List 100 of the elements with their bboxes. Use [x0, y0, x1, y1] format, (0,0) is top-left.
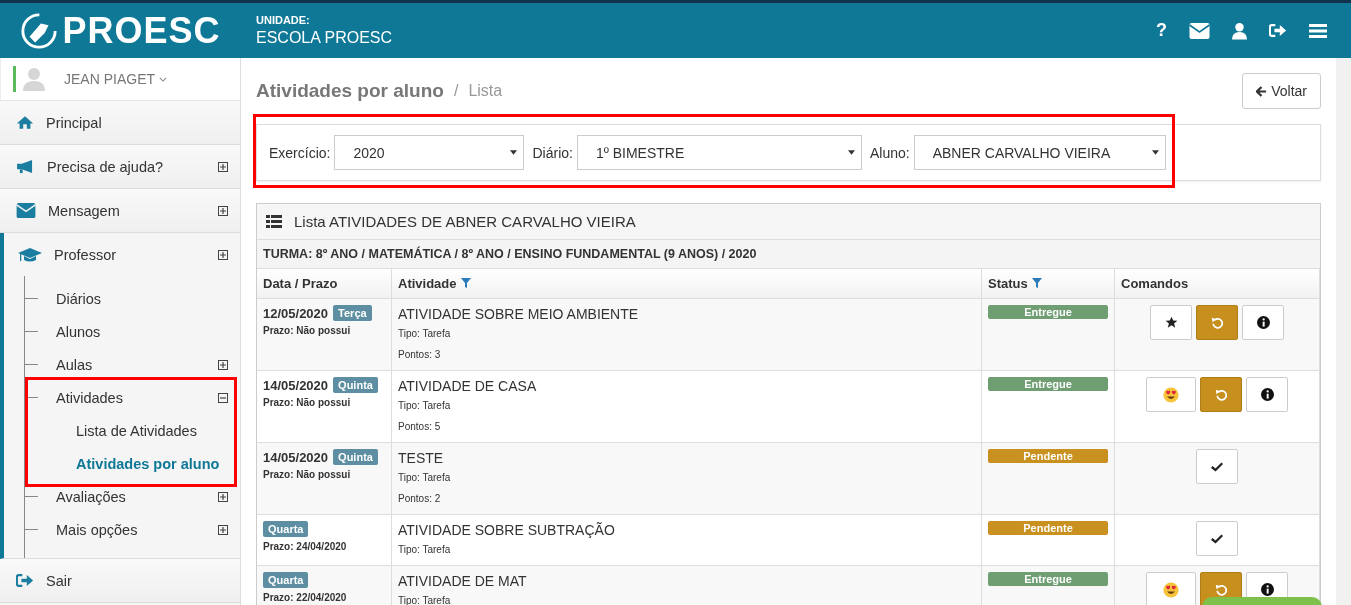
sign-out-icon[interactable]: [1269, 23, 1287, 38]
expand-icon[interactable]: [218, 249, 228, 260]
back-button[interactable]: Voltar: [1242, 73, 1321, 109]
select-field[interactable]: 2020: [334, 135, 525, 170]
column-header: Status: [981, 269, 1115, 299]
activity-points: Pontos: 3: [398, 349, 442, 361]
list-icon: [266, 215, 282, 228]
status-badge: Pendente: [988, 449, 1108, 463]
nav-label: Principal: [46, 114, 103, 131]
help-button[interactable]: ?: [1156, 20, 1167, 41]
column-header: Data / Prazo: [257, 269, 392, 299]
expand-icon[interactable]: [218, 205, 228, 216]
home-icon: [16, 115, 34, 130]
weekday-badge: Quarta: [263, 521, 309, 537]
submenu-item[interactable]: Avaliações: [25, 480, 240, 513]
envelope-icon: [16, 203, 36, 218]
info-button[interactable]: [1246, 377, 1288, 412]
avatar-icon: [22, 67, 46, 91]
class-info: TURMA: 8º ANO / MATEMÁTICA / 8º ANO / ENSINO FUNDAMENTAL (9 ANOS) / 2020: [257, 240, 1320, 269]
filter-icon[interactable]: [460, 278, 471, 288]
check-icon: [1211, 533, 1223, 544]
filter-label: Aluno:: [869, 144, 910, 161]
submenu-label: Mais opções: [56, 521, 139, 538]
expand-icon[interactable]: [218, 491, 228, 502]
user-icon[interactable]: [1232, 21, 1247, 40]
info-icon: [1260, 388, 1274, 401]
weekday-badge: Quinta: [333, 449, 378, 465]
mail-icon[interactable]: [1189, 22, 1210, 39]
submenu-link[interactable]: Atividades por aluno: [25, 447, 240, 480]
undo-icon: [1215, 388, 1227, 401]
heart-eyes-face-icon: [1163, 386, 1179, 403]
menu-icon[interactable]: [1309, 22, 1327, 39]
deadline-text: Prazo: Não possui: [263, 469, 352, 481]
dropdown-caret-icon: [847, 150, 855, 155]
expand-icon[interactable]: [218, 161, 228, 172]
filter-label: Exercício:: [269, 144, 331, 161]
weekday-badge: Quarta: [263, 572, 309, 588]
submenu-label: Atividades: [56, 389, 124, 406]
info-button[interactable]: [1242, 305, 1284, 340]
status-badge: Pendente: [988, 521, 1108, 535]
expand-icon[interactable]: [218, 524, 228, 535]
nav-label: Precisa de ajuda?: [47, 158, 165, 175]
status-badge: Entregue: [988, 305, 1108, 319]
activity-title: ATIVIDADE DE MAT: [398, 572, 528, 590]
submenu-item[interactable]: Aulas: [25, 348, 240, 381]
dropdown-caret-icon: [510, 150, 518, 155]
submenu-item[interactable]: Atividades: [25, 381, 240, 414]
submenu-item[interactable]: Alunos: [25, 315, 240, 348]
nav-item[interactable]: Principal: [0, 101, 240, 145]
sign-out-icon: [16, 573, 34, 588]
chevron-down-icon: [159, 76, 168, 82]
date-text: 14/05/2020: [263, 377, 329, 393]
star-button[interactable]: [1150, 305, 1192, 340]
user-menu[interactable]: JEAN PIAGET: [54, 71, 168, 87]
filter-label: Diário:: [532, 144, 573, 161]
nav-item[interactable]: Mensagem: [0, 189, 240, 233]
submenu-label: Avaliações: [56, 488, 127, 505]
activity-title: ATIVIDADE SOBRE MEIO AMBIENTE: [398, 305, 640, 323]
submenu-item[interactable]: Diários: [25, 282, 240, 315]
activity-type: Tipo: Tarefa: [398, 472, 452, 484]
select-field[interactable]: ABNER CARVALHO VIEIRA: [913, 135, 1166, 170]
undo-icon: [1215, 583, 1227, 596]
table-title: Lista ATIVIDADES DE ABNER CARVALHO VIEIRA: [294, 213, 636, 230]
activity-title: ATIVIDADE SOBRE SUBTRAÇÃO: [398, 521, 616, 539]
activity-type: Tipo: Tarefa: [398, 328, 452, 340]
collapse-icon[interactable]: [218, 392, 228, 403]
activity-title: TESTE: [398, 449, 445, 467]
weekday-badge: Terça: [333, 305, 372, 321]
deadline-text: Prazo: 22/04/2020: [263, 592, 348, 604]
check-button[interactable]: [1196, 521, 1238, 556]
activity-title: ATIVIDADE DE CASA: [398, 377, 538, 395]
expand-icon[interactable]: [218, 359, 228, 370]
nav-item[interactable]: Sair: [0, 559, 240, 603]
select-field[interactable]: 1º BIMESTRE: [576, 135, 862, 170]
date-text: 14/05/2020: [263, 449, 329, 465]
logo-icon: [20, 11, 59, 50]
activity-type: Tipo: Tarefa: [398, 400, 452, 412]
status-badge: Entregue: [988, 377, 1108, 391]
submenu-item[interactable]: Mais opções: [25, 513, 240, 546]
emoji-button[interactable]: [1146, 572, 1196, 605]
weekday-badge: Quinta: [333, 377, 378, 393]
deadline-text: Prazo: Não possui: [263, 325, 352, 337]
dropdown-caret-icon: [1151, 150, 1159, 155]
activity-points: Pontos: 5: [398, 421, 442, 433]
emoji-button[interactable]: [1146, 377, 1196, 412]
filter-icon[interactable]: [1031, 278, 1042, 288]
graduation-cap-icon: [18, 246, 42, 263]
deadline-text: Prazo: 24/04/2020: [263, 541, 348, 553]
submenu-link[interactable]: Lista de Atividades: [25, 414, 240, 447]
check-button[interactable]: [1196, 449, 1238, 484]
info-icon: [1256, 316, 1270, 329]
check-icon: [1211, 461, 1223, 472]
info-icon: [1260, 583, 1274, 596]
nav-item[interactable]: Precisa de ajuda?: [0, 145, 240, 189]
unit-name: ESCOLA PROESC: [256, 29, 393, 47]
breadcrumb-separator: /: [453, 82, 459, 100]
date-text: 12/05/2020: [263, 305, 329, 321]
page-title: Atividades por aluno: [256, 80, 444, 102]
status-badge: Entregue: [988, 572, 1108, 586]
breadcrumb: Lista: [468, 82, 503, 100]
